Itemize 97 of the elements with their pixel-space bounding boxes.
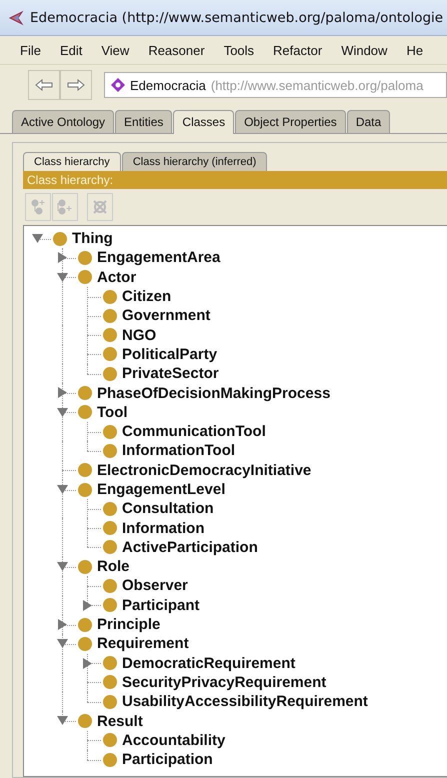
class-name[interactable]: Actor xyxy=(97,268,136,286)
ontology-field[interactable]: Edemocracia (http://www.semanticweb.org/paloma xyxy=(104,72,447,98)
collapse-arrow-icon[interactable] xyxy=(57,484,68,495)
expand-arrow-icon[interactable] xyxy=(57,618,68,630)
add-subclass-icon xyxy=(29,198,47,216)
class-icon xyxy=(103,598,117,612)
forward-button[interactable] xyxy=(60,70,92,100)
menu-item[interactable]: Reasoner xyxy=(148,42,205,58)
class-name[interactable]: SecurityPrivacyRequirement xyxy=(122,674,326,691)
class-name[interactable]: Requirement xyxy=(97,635,189,652)
class-name[interactable]: Thing xyxy=(72,230,113,248)
class-icon xyxy=(78,636,92,651)
collapse-arrow-icon[interactable] xyxy=(57,406,68,418)
class-icon xyxy=(78,250,92,265)
app-logo-icon xyxy=(8,10,24,26)
class-name[interactable]: UsabilityAccessibilityRequirement xyxy=(122,693,368,710)
tab[interactable]: Object Properties xyxy=(235,110,346,133)
class-name[interactable]: PrivateSector xyxy=(122,365,219,382)
class-icon xyxy=(103,656,117,670)
delete-icon xyxy=(91,198,109,216)
class-icon xyxy=(103,675,117,690)
class-name[interactable]: DemocraticRequirement xyxy=(122,654,296,672)
class-icon xyxy=(103,502,117,516)
expand-arrow-icon[interactable] xyxy=(82,600,93,611)
right-arrow-icon xyxy=(67,79,85,91)
class-name[interactable]: Observer xyxy=(122,577,188,594)
menu-item[interactable]: Refactor xyxy=(273,42,322,58)
class-name[interactable]: EngagementArea xyxy=(97,249,220,266)
panel-header: Class hierarchy: xyxy=(23,171,447,189)
add-sibling-icon xyxy=(56,198,74,216)
menu-item[interactable]: Window xyxy=(341,42,388,58)
class-icon xyxy=(78,270,92,284)
class-icon xyxy=(78,618,92,632)
class-name[interactable]: CommunicationTool xyxy=(122,423,266,440)
class-name[interactable]: Citizen xyxy=(122,288,172,306)
tab[interactable]: Active Ontology xyxy=(12,110,114,133)
class-icon xyxy=(78,386,92,400)
menu-item[interactable]: He xyxy=(406,42,424,58)
back-button[interactable] xyxy=(28,70,60,100)
class-icon xyxy=(103,308,117,323)
class-icon xyxy=(53,232,67,246)
view-tab[interactable]: Class hierarchy xyxy=(23,152,121,171)
menu-item[interactable]: Edit xyxy=(60,42,82,58)
class-icon xyxy=(78,463,92,478)
ontology-name: Edemocracia xyxy=(130,78,206,92)
class-name[interactable]: Participation xyxy=(122,751,213,768)
class-name[interactable]: Consultation xyxy=(122,500,214,518)
class-icon xyxy=(103,328,117,342)
class-icon xyxy=(103,521,117,536)
class-icon xyxy=(78,714,92,728)
class-icon xyxy=(78,560,92,574)
class-name[interactable]: PhaseOfDecisionMakingProcess xyxy=(97,384,330,402)
class-name[interactable]: Participant xyxy=(122,596,200,614)
class-name[interactable]: PoliticalParty xyxy=(122,346,218,363)
class-icon xyxy=(78,405,92,420)
tab[interactable]: Entities xyxy=(115,110,172,133)
class-name[interactable]: Accountability xyxy=(122,732,226,749)
collapse-arrow-icon[interactable] xyxy=(57,715,68,726)
ontology-iri: (http://www.semanticweb.org/paloma xyxy=(210,78,424,92)
window-title: Edemocracia (http://www.semanticweb.org/paloma/ontologie xyxy=(30,10,444,26)
ontology-icon xyxy=(111,78,125,92)
class-name[interactable]: Tool xyxy=(97,404,128,421)
class-icon xyxy=(103,540,117,554)
class-name[interactable]: ActiveParticipation xyxy=(122,538,258,556)
menu-item[interactable]: File xyxy=(20,42,41,58)
expand-arrow-icon[interactable] xyxy=(57,252,68,264)
class-name[interactable]: ElectronicDemocracyInitiative xyxy=(97,462,312,479)
class-icon xyxy=(103,347,117,362)
class-icon xyxy=(103,424,117,439)
class-icon xyxy=(78,482,92,496)
class-name[interactable]: InformationTool xyxy=(122,442,236,460)
left-arrow-icon xyxy=(35,79,53,91)
class-name[interactable]: NGO xyxy=(122,326,156,344)
menu-item[interactable]: View xyxy=(101,42,130,58)
class-icon xyxy=(103,444,117,458)
tab[interactable]: Classes xyxy=(173,110,234,134)
expand-arrow-icon[interactable] xyxy=(82,658,93,669)
class-icon xyxy=(103,752,117,767)
expand-arrow-icon[interactable] xyxy=(57,387,68,398)
class-name[interactable]: Information xyxy=(122,520,204,537)
class-icon xyxy=(103,366,117,381)
collapse-arrow-icon[interactable] xyxy=(57,561,68,572)
view-tab[interactable]: Class hierarchy (inferred) xyxy=(122,152,268,171)
class-icon xyxy=(103,694,117,709)
collapse-arrow-icon[interactable] xyxy=(32,233,43,244)
class-name[interactable]: Role xyxy=(97,558,130,576)
class-name[interactable]: Principle xyxy=(97,616,160,634)
class-name[interactable]: EngagementLevel xyxy=(97,481,226,498)
class-icon xyxy=(103,733,117,748)
collapse-arrow-icon[interactable] xyxy=(57,272,68,283)
tab[interactable]: Data xyxy=(346,110,390,133)
class-name[interactable]: Result xyxy=(97,712,143,730)
class-icon xyxy=(103,578,117,593)
menu-item[interactable]: Tools xyxy=(224,42,254,58)
class-name[interactable]: Government xyxy=(122,307,210,324)
collapse-arrow-icon[interactable] xyxy=(57,638,68,650)
class-icon xyxy=(103,290,117,304)
